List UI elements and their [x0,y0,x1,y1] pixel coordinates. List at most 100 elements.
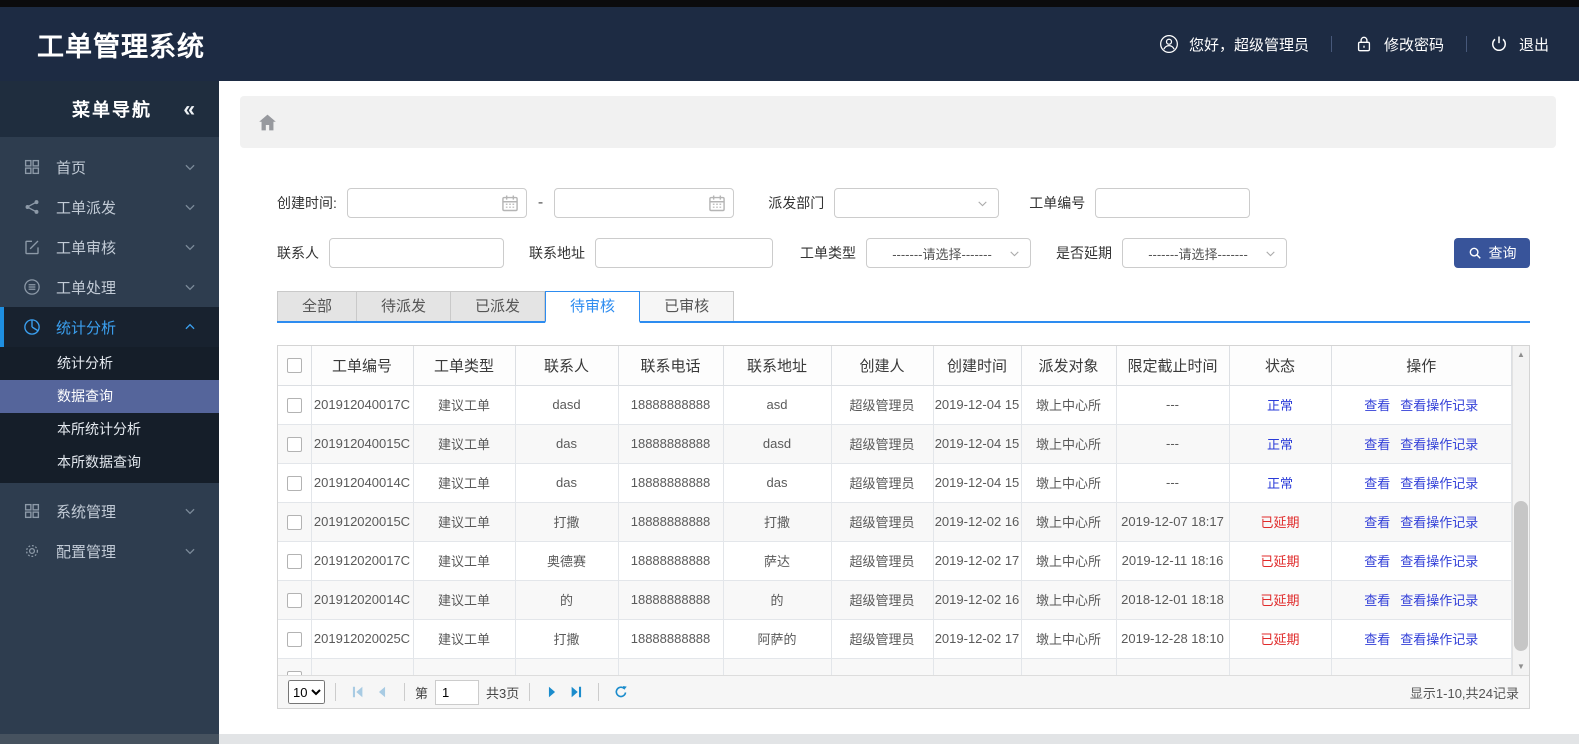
scroll-up-icon[interactable]: ▲ [1513,346,1529,363]
logout-button[interactable]: 退出 [1489,34,1549,55]
sidebar-item-process[interactable]: 工单处理 [0,267,219,307]
view-log-link[interactable]: 查看操作记录 [1400,515,1478,530]
next-page-icon[interactable] [542,683,562,701]
calendar-icon[interactable] [707,193,727,213]
col-creator[interactable]: 创建人 [830,346,934,386]
table-row-partial [278,657,1512,675]
view-link[interactable]: 查看 [1364,593,1390,608]
view-log-link[interactable]: 查看操作记录 [1400,593,1478,608]
col-address[interactable]: 联系地址 [722,346,832,386]
refresh-icon[interactable] [611,683,631,701]
pie-chart-icon [22,317,42,337]
cell-actions: 查看 查看操作记录 [1330,462,1512,503]
first-page-icon[interactable] [348,683,368,701]
view-link[interactable]: 查看 [1364,554,1390,569]
row-checkbox[interactable] [286,397,302,413]
col-order-id[interactable]: 工单编号 [310,346,414,386]
search-button[interactable]: 查询 [1454,238,1530,268]
row-checkbox[interactable] [286,670,302,675]
view-log-link[interactable]: 查看操作记录 [1400,476,1478,491]
view-log-link[interactable]: 查看操作记录 [1400,398,1478,413]
row-checkbox[interactable] [286,514,302,530]
sidebar-item-statistics[interactable]: 统计分析 [0,307,219,347]
chevron-down-icon [1008,247,1021,260]
col-deadline[interactable]: 限定截止时间 [1115,346,1230,386]
type-label: 工单类型 [800,245,856,261]
cell-address: 阿萨的 [722,618,832,659]
vertical-scrollbar[interactable]: ▲ ▼ [1512,346,1529,675]
view-link[interactable]: 查看 [1364,632,1390,647]
sidebar-collapse-icon[interactable]: « [183,99,195,120]
cell-status: 正常 [1228,423,1332,464]
sidebar-subitem-branch-statistics[interactable]: 本所统计分析 [0,413,219,446]
dept-select[interactable] [834,188,1000,218]
row-checkbox[interactable] [286,553,302,569]
row-checkbox-cell [278,501,312,542]
delay-select[interactable]: -------请选择------- [1122,238,1287,268]
order-no-input[interactable] [1095,188,1251,218]
sidebar-item-review[interactable]: 工单审核 [0,227,219,267]
select-all-checkbox[interactable] [286,358,302,374]
view-link[interactable]: 查看 [1364,476,1390,491]
row-checkbox[interactable] [286,475,302,491]
change-password-button[interactable]: 修改密码 [1354,34,1444,55]
record-summary: 显示1-10,共24记录 [1409,685,1519,701]
cell-created: 2019-12-02 16 [932,579,1022,620]
contact-input[interactable] [329,238,504,268]
sidebar-subitem-data-query[interactable]: 数据查询 [0,380,219,413]
cell-phone: 18888888888 [617,423,724,464]
view-log-link[interactable]: 查看操作记录 [1400,554,1478,569]
cell-order-id: 201912020015C [310,501,414,542]
col-actions[interactable]: 操作 [1330,346,1512,386]
scrollbar-thumb[interactable] [1514,501,1528,651]
cell-target: 墩上中心所 [1020,540,1117,581]
tab-dispatched[interactable]: 已派发 [451,291,546,321]
view-log-link[interactable]: 查看操作记录 [1400,632,1478,647]
tab-pending-dispatch[interactable]: 待派发 [357,291,452,321]
row-checkbox[interactable] [286,592,302,608]
sidebar-subitem-statistics[interactable]: 统计分析 [0,347,219,380]
page-size-select[interactable]: 10 [288,680,325,704]
page-number-input[interactable] [435,679,480,705]
view-link[interactable]: 查看 [1364,515,1390,530]
view-link[interactable]: 查看 [1364,437,1390,452]
type-select[interactable]: -------请选择------- [866,238,1031,268]
col-contact[interactable]: 联系人 [514,346,619,386]
col-created[interactable]: 创建时间 [932,346,1022,386]
sidebar-item-system[interactable]: 系统管理 [0,491,219,531]
home-icon[interactable] [257,112,278,133]
cell-phone: 18888888888 [617,501,724,542]
tab-all[interactable]: 全部 [277,291,358,321]
calendar-icon[interactable] [500,193,520,213]
cell-creator: 超级管理员 [830,384,934,425]
address-input[interactable] [595,238,773,268]
col-status[interactable]: 状态 [1228,346,1332,386]
cell-deadline: --- [1115,462,1230,503]
filter-panel: 创建时间: - 派发部门 工单编号 联系人 联系地址 工单类型 -------请… [277,188,1530,268]
col-phone[interactable]: 联系电话 [617,346,724,386]
row-checkbox-cell [278,618,312,659]
last-page-icon[interactable] [566,683,586,701]
search-button-label: 查询 [1488,245,1517,261]
sidebar-subitem-branch-data-query[interactable]: 本所数据查询 [0,446,219,479]
col-order-type[interactable]: 工单类型 [412,346,516,386]
user-greeting[interactable]: 您好，超级管理员 [1159,34,1309,55]
range-separator: - [537,194,544,211]
prev-page-icon[interactable] [372,683,392,701]
statistics-submenu: 统计分析 数据查询 本所统计分析 本所数据查询 [0,347,219,483]
cell-order-id: 201912020017C [310,540,414,581]
sidebar-item-config[interactable]: 配置管理 [0,531,219,571]
chevron-down-icon [183,544,197,558]
row-checkbox[interactable] [286,631,302,647]
tab-reviewed[interactable]: 已审核 [640,291,735,321]
view-link[interactable]: 查看 [1364,398,1390,413]
sidebar-item-dispatch[interactable]: 工单派发 [0,187,219,227]
row-checkbox[interactable] [286,436,302,452]
address-label: 联系地址 [529,245,585,261]
sidebar-item-home[interactable]: 首页 [0,147,219,187]
view-log-link[interactable]: 查看操作记录 [1400,437,1478,452]
col-target[interactable]: 派发对象 [1020,346,1117,386]
tab-pending-review[interactable]: 待审核 [545,291,641,323]
cell-created: 2019-12-02 17 [932,540,1022,581]
scroll-down-icon[interactable]: ▼ [1513,658,1529,675]
